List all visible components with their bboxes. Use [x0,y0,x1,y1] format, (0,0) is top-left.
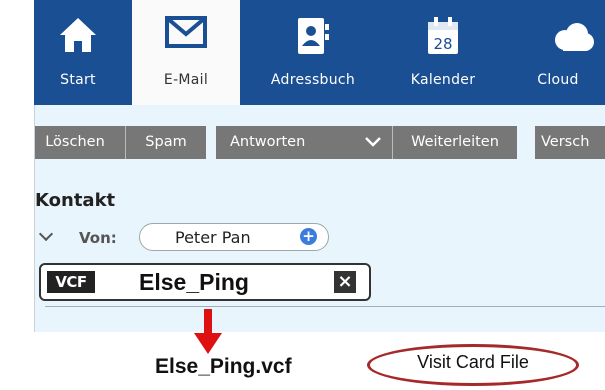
file-type-badge: VCF [47,271,95,293]
remove-attachment-icon[interactable]: × [334,271,356,293]
nav-item-email[interactable]: E-Mail [132,0,240,105]
chevron-down-icon [365,137,381,147]
move-button[interactable]: Versch [535,126,605,159]
sender-name: Peter Pan [175,228,251,247]
message-title: Kontakt [35,190,116,211]
file-name-label: Else_Ping.vcf [155,355,292,378]
panel-divider [45,306,605,307]
nav-label-start: Start [60,72,96,88]
top-navigation: Start E-Mail Adressbuch 28 Kalender Clou… [34,0,605,105]
from-label: Von: [79,229,117,247]
callout-ellipse: Visit Card File [367,344,579,386]
message-panel: Löschen Spam Antworten Weiterleiten Vers… [34,105,605,332]
calendar-day: 28 [433,35,452,53]
nav-label-cloud: Cloud [537,72,579,88]
attachment-name: Else_Ping [139,269,249,295]
nav-item-start[interactable]: Start [34,0,122,105]
reply-button[interactable]: Antworten [216,126,354,159]
chevron-down-icon[interactable] [38,226,54,242]
calendar-icon: 28 [426,16,460,60]
sender-chip[interactable]: Peter Pan + [139,223,329,251]
nav-item-cloud[interactable]: Cloud [528,0,605,105]
add-contact-icon[interactable]: + [300,228,317,245]
attachment-chip[interactable]: VCF Else_Ping × [39,263,371,301]
down-arrow-icon [193,309,223,359]
delete-button[interactable]: Löschen [35,126,125,159]
reply-dropdown-button[interactable] [354,126,392,159]
callout-label: Visit Card File [417,352,529,372]
nav-label-email: E-Mail [163,72,209,88]
address-book-icon [296,16,330,60]
home-icon [58,16,98,58]
spam-button[interactable]: Spam [126,126,206,159]
nav-label-kalender: Kalender [410,72,476,88]
nav-item-adressbuch[interactable]: Adressbuch [254,0,372,105]
nav-item-kalender[interactable]: 28 Kalender [394,0,492,105]
forward-button[interactable]: Weiterleiten [393,126,517,159]
cloud-icon [551,22,595,56]
nav-label-adressbuch: Adressbuch [270,72,356,88]
envelope-icon [165,16,207,52]
